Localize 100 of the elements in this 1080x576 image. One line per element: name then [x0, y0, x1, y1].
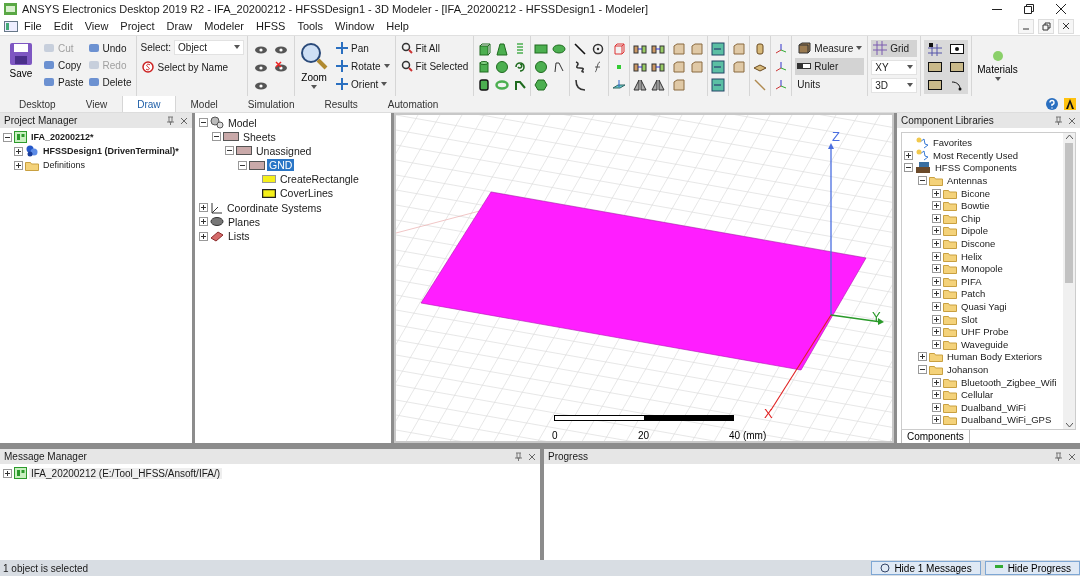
tree-item[interactable]: IFA_20200212* — [29, 132, 96, 143]
tree-item[interactable]: Monopole — [959, 263, 1005, 275]
menu-item[interactable]: File — [18, 20, 48, 33]
close-icon[interactable] — [1058, 18, 1074, 34]
measure-button[interactable]: Measure — [795, 39, 865, 57]
components-tab[interactable]: Components — [901, 430, 970, 445]
expand-icon[interactable] — [932, 239, 941, 248]
tree-item[interactable]: Cellular — [959, 389, 996, 401]
collapse-icon[interactable] — [3, 132, 12, 142]
scroll-thumb[interactable] — [1065, 143, 1073, 284]
tree-item[interactable]: Patch — [959, 288, 988, 300]
menu-item[interactable]: Window — [329, 20, 381, 33]
expand-icon[interactable] — [932, 188, 941, 198]
tree-item[interactable]: Discone — [959, 238, 998, 249]
fit-button[interactable]: Fit All — [398, 39, 471, 57]
menu-item[interactable]: HFSS — [250, 20, 292, 33]
grid-button[interactable]: Grid — [871, 39, 918, 57]
fit-button[interactable]: Fit Selected — [398, 57, 471, 75]
tree-item[interactable]: Model — [226, 116, 259, 129]
view-button[interactable]: Rotate — [334, 57, 392, 75]
menu-item[interactable]: Edit — [47, 20, 79, 33]
scrollbar[interactable] — [1063, 133, 1075, 430]
expand-icon[interactable] — [3, 468, 12, 478]
tree-item[interactable]: Lists — [226, 230, 252, 243]
minimize-icon[interactable] — [1018, 18, 1034, 34]
menu-item[interactable]: Tools — [291, 20, 330, 33]
expand-icon[interactable] — [932, 276, 941, 286]
expand-icon[interactable] — [14, 160, 23, 170]
expand-icon[interactable] — [918, 352, 927, 362]
save-button[interactable]: Save — [7, 39, 35, 81]
ruler-button[interactable]: Ruler — [795, 57, 865, 75]
expand-icon[interactable] — [932, 314, 941, 324]
edit-button[interactable]: Delete — [85, 73, 134, 91]
tree-item[interactable]: Bluetooth_Zigbee_Wifi — [959, 376, 1059, 388]
view-button[interactable]: Pan — [334, 39, 392, 57]
message-item[interactable]: IFA_20200212 (E:/Tool_HFSS/Ansoft/IFA/) — [29, 467, 222, 479]
menu-item[interactable]: Draw — [160, 20, 199, 33]
expand-icon[interactable] — [199, 231, 208, 241]
expand-icon[interactable] — [904, 150, 913, 160]
ribbon-tab[interactable]: View — [70, 95, 123, 113]
edit-button[interactable]: Paste — [41, 73, 86, 91]
tree-item[interactable]: Helix — [959, 250, 985, 262]
expand-icon[interactable] — [932, 402, 941, 412]
tree-item[interactable]: Quasi Yagi — [959, 300, 1009, 312]
tree-item[interactable]: Chip — [959, 212, 983, 224]
status-button[interactable]: Hide Progress — [984, 561, 1080, 576]
expand-icon[interactable] — [932, 226, 941, 236]
expand-icon[interactable] — [932, 201, 941, 211]
edit-button[interactable]: Undo — [85, 39, 134, 57]
collapse-icon[interactable] — [212, 132, 221, 142]
ribbon-tab[interactable]: Model — [175, 95, 233, 113]
expand-icon[interactable] — [199, 203, 208, 213]
expand-icon[interactable] — [932, 251, 941, 261]
tree-item[interactable]: Johanson — [945, 363, 991, 375]
expand-icon[interactable] — [932, 264, 941, 274]
plane-dropdown[interactable]: XY — [871, 59, 918, 75]
tree-item[interactable]: Human Body Exteriors — [945, 351, 1045, 363]
tree-item[interactable]: PIFA — [959, 275, 984, 287]
expand-icon[interactable] — [932, 339, 941, 349]
tree-item[interactable]: Bowtie — [959, 200, 992, 212]
collapse-icon[interactable] — [918, 364, 927, 374]
ribbon-tab[interactable]: Desktop — [4, 95, 71, 113]
restore-icon[interactable] — [1038, 18, 1054, 34]
expand-icon[interactable] — [932, 327, 941, 337]
materials-button[interactable]: Materials — [975, 48, 1020, 84]
tree-item[interactable]: Dualband_WiFi_GPS — [959, 414, 1054, 426]
tree-item[interactable]: HFSSDesign1 (DrivenTerminal)* — [41, 146, 181, 157]
expand-icon[interactable] — [14, 146, 23, 156]
collapse-icon[interactable] — [904, 163, 913, 173]
tree-item[interactable]: Sheets — [241, 130, 278, 143]
tree-item[interactable]: Antennas — [945, 175, 990, 186]
status-button[interactable]: Hide 1 Messages — [871, 561, 981, 576]
collapse-icon[interactable] — [238, 160, 247, 170]
expand-icon[interactable] — [932, 415, 941, 425]
tree-item[interactable]: Planes — [226, 215, 263, 228]
units-button[interactable]: Units — [795, 75, 865, 93]
tree-item[interactable]: CreateRectangle — [278, 173, 361, 186]
tree-item[interactable]: Dipole — [959, 225, 990, 237]
ribbon-tab[interactable]: Automation — [372, 95, 454, 113]
expand-icon[interactable] — [932, 289, 941, 299]
tree-item[interactable]: Waveguide — [959, 338, 1011, 350]
expand-icon[interactable] — [932, 213, 941, 223]
menu-item[interactable]: Help — [380, 20, 415, 33]
zoom-button[interactable]: Zoom — [298, 39, 331, 91]
tree-item[interactable]: Unassigned — [254, 144, 314, 157]
tree-item[interactable]: CoverLines — [278, 187, 336, 200]
expand-icon[interactable] — [932, 390, 941, 400]
tree-item[interactable]: Dualband_WiFi — [959, 401, 1028, 413]
tree-item[interactable]: Bicone — [959, 187, 993, 199]
tree-item[interactable]: Slot — [959, 313, 980, 325]
tree-item[interactable]: HFSS Components — [933, 162, 1019, 174]
menu-item[interactable]: Modeler — [198, 20, 251, 33]
expand-icon[interactable] — [932, 301, 941, 311]
collapse-icon[interactable] — [199, 118, 208, 128]
tree-item[interactable]: Most Recently Used — [931, 149, 1020, 161]
tree-item[interactable]: Favorites — [931, 137, 975, 149]
menu-item[interactable]: View — [78, 20, 115, 33]
ribbon-tab[interactable]: Simulation — [232, 95, 310, 113]
tree-item[interactable]: Coordinate Systems — [225, 201, 324, 214]
menu-item[interactable]: Project — [114, 20, 161, 33]
